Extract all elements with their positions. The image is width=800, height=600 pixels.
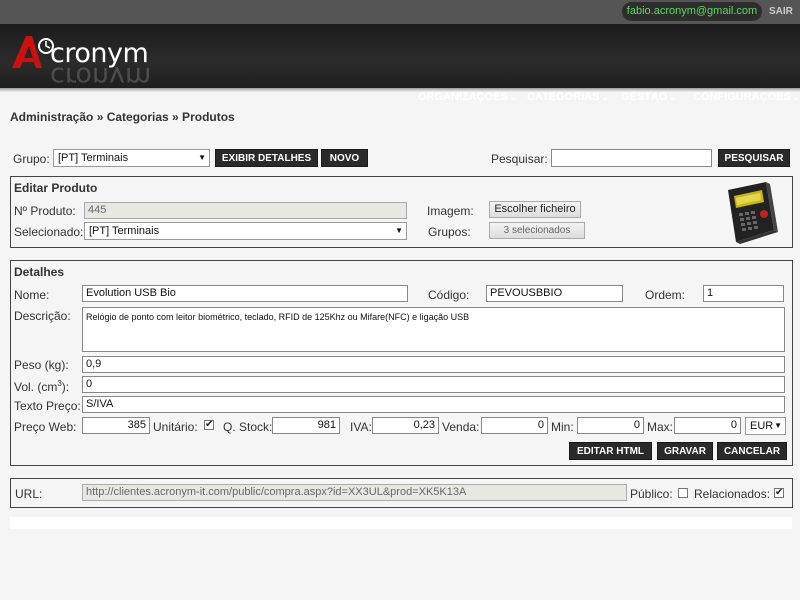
stock-field[interactable]: 981: [272, 417, 340, 434]
min-field[interactable]: 0: [577, 417, 644, 434]
pesquisar-button[interactable]: PESQUISAR: [718, 149, 790, 167]
grupo-label: Grupo:: [13, 152, 50, 166]
peso-label: Peso (kg):: [14, 358, 69, 372]
venda-label: Venda:: [442, 420, 480, 434]
nav-label: CATEGORIAS: [527, 91, 600, 103]
footer-strip: [10, 517, 792, 529]
dropdown-arrow-icon: ▼: [198, 153, 206, 162]
logout-link[interactable]: SAIR: [769, 6, 793, 17]
stock-label: Q. Stock:: [223, 420, 273, 434]
product-image: [728, 182, 778, 244]
codigo-field[interactable]: PEVOUSBBIO: [486, 285, 623, 302]
nav-configuracoes[interactable]: CONFIGURAÇÕES ⌄: [693, 91, 800, 103]
preco-web-field[interactable]: 385: [82, 417, 150, 434]
escolher-ficheiro-button[interactable]: Escolher ficheiro: [489, 201, 581, 218]
header-shadow: [0, 88, 800, 92]
descricao-textarea[interactable]: Relógio de ponto com leitor biométrico, …: [82, 307, 785, 352]
peso-field[interactable]: 0,9: [82, 356, 785, 373]
user-email[interactable]: fabio.acronym@gmail.com: [622, 2, 762, 21]
chevron-down-icon: ⌄: [601, 92, 610, 102]
editar-html-button[interactable]: EDITAR HTML: [569, 442, 652, 460]
num-produto-field: 445: [84, 202, 407, 219]
selecionado-label: Selecionado:: [14, 225, 84, 239]
codigo-label: Código:: [428, 288, 470, 302]
publico-checkbox[interactable]: [678, 488, 688, 498]
gravar-button[interactable]: GRAVAR: [657, 442, 713, 460]
nav-label: ORGANIZAÇÕES: [418, 91, 508, 103]
num-produto-label: Nº Produto:: [14, 204, 76, 218]
dropdown-arrow-icon: ▼: [395, 226, 403, 235]
grupo-select[interactable]: [PT] Terminais ▼: [53, 149, 210, 167]
moeda-select-value: EUR: [750, 420, 774, 432]
vol-label: Vol. (cm3):: [14, 379, 69, 394]
venda-field[interactable]: 0: [481, 417, 548, 434]
preco-web-label: Preço Web:: [14, 420, 77, 434]
nav-label: GESTÃO: [621, 91, 668, 103]
iva-field[interactable]: 0,23: [372, 417, 439, 434]
min-label: Min:: [551, 420, 574, 434]
unitario-checkbox[interactable]: ✔: [204, 420, 214, 430]
acronym-logo[interactable]: cronym cronym: [8, 30, 151, 85]
publico-label: Público:: [630, 487, 673, 501]
editar-produto-title: Editar Produto: [14, 181, 98, 195]
iva-label: IVA:: [350, 420, 372, 434]
vol-label-suffix: ):: [61, 380, 70, 394]
logo-reflection: cronym: [50, 67, 152, 85]
pesquisar-label: Pesquisar:: [491, 152, 548, 166]
unitario-label: Unitário:: [153, 420, 198, 434]
novo-button[interactable]: NOVO: [321, 149, 368, 167]
nav-organizacoes[interactable]: ORGANIZAÇÕES ⌄: [418, 91, 517, 103]
vol-label-text: Vol. (cm: [14, 380, 58, 394]
relacionados-label: Relacionados:: [694, 487, 771, 501]
cancelar-button[interactable]: CANCELAR: [717, 442, 787, 460]
ordem-field[interactable]: 1: [703, 285, 784, 302]
max-field[interactable]: 0: [674, 417, 741, 434]
dropdown-arrow-icon: ▼: [774, 421, 782, 430]
nav-categorias[interactable]: CATEGORIAS ⌄: [527, 91, 609, 103]
nome-field[interactable]: Evolution USB Bio: [82, 285, 408, 302]
relacionados-checkbox[interactable]: ✔: [774, 488, 784, 498]
search-input[interactable]: [551, 149, 712, 167]
top-bar: fabio.acronym@gmail.com SAIR: [0, 0, 800, 24]
exibir-detalhes-button[interactable]: EXIBIR DETALHES: [215, 149, 318, 167]
moeda-select[interactable]: EUR ▼: [745, 417, 786, 435]
breadcrumb: Administração » Categorias » Produtos: [10, 110, 235, 124]
selecionado-select[interactable]: [PT] Terminais ▼: [84, 222, 407, 240]
chevron-down-icon: ⌄: [509, 92, 518, 102]
detalhes-title: Detalhes: [14, 265, 65, 279]
url-field: http://clientes.acronym-it.com/public/co…: [82, 484, 627, 501]
grupo-select-value: [PT] Terminais: [58, 152, 129, 164]
grupos-button[interactable]: 3 selecionados: [489, 222, 585, 239]
nome-label: Nome:: [14, 288, 50, 302]
descricao-label: Descrição:: [14, 309, 71, 323]
grupos-label: Grupos:: [428, 225, 471, 239]
chevron-down-icon: ⌄: [669, 92, 677, 102]
imagem-label: Imagem:: [427, 204, 474, 218]
ordem-label: Ordem:: [645, 288, 686, 302]
nav-gestao[interactable]: GESTÃO ⌄: [621, 91, 677, 103]
max-label: Max:: [647, 420, 674, 434]
header: cronym cronym ORGANIZAÇÕES ⌄ CATEGORIAS ⌄ …: [0, 24, 800, 103]
nav-label: CONFIGURAÇÕES: [693, 91, 791, 103]
logo-text: cronym: [50, 38, 149, 69]
texto-preco-field[interactable]: S/IVA: [82, 396, 785, 413]
vol-field[interactable]: 0: [82, 376, 785, 393]
selecionado-select-value: [PT] Terminais: [89, 225, 160, 237]
url-label: URL:: [15, 487, 43, 501]
texto-preco-label: Texto Preço:: [14, 399, 81, 413]
chevron-down-icon: ⌄: [792, 92, 800, 102]
